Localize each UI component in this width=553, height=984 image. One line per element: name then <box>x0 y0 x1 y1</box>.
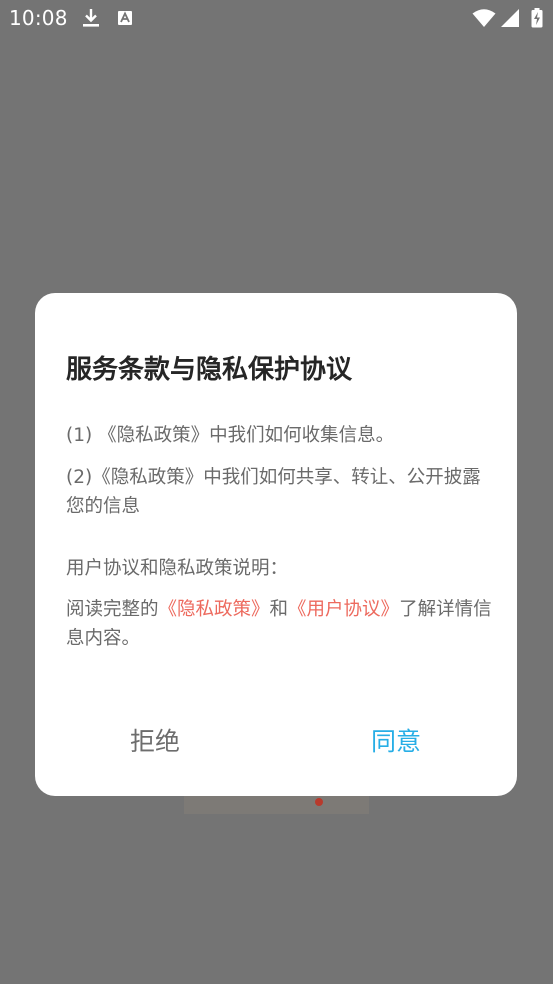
user-agreement-link[interactable]: 《用户协议》 <box>288 599 399 620</box>
reject-button[interactable]: 拒绝 <box>95 721 215 761</box>
background-image-detail <box>315 798 323 806</box>
app-a-icon <box>118 11 132 25</box>
background-image <box>184 796 369 814</box>
privacy-policy-link[interactable]: 《隐私政策》 <box>159 599 270 620</box>
status-bar: 10:08 <box>0 0 553 38</box>
agree-button[interactable]: 同意 <box>336 721 456 761</box>
read-instructions: 阅读完整的《隐私政策》和《用户协议》了解详情信息内容。 <box>66 595 492 653</box>
download-icon <box>83 9 99 27</box>
battery-charging-icon <box>531 8 543 28</box>
section-heading: 用户协议和隐私政策说明： <box>66 558 289 579</box>
privacy-item-1: (1) 《隐私政策》中我们如何收集信息。 <box>66 425 395 446</box>
wifi-icon <box>472 9 496 27</box>
read-prefix: 阅读完整的 <box>66 599 159 620</box>
signal-icon <box>501 9 519 27</box>
privacy-dialog: 服务条款与隐私保护协议 (1) 《隐私政策》中我们如何收集信息。 (2)《隐私政… <box>35 293 517 796</box>
privacy-item-2: (2)《隐私政策》中我们如何共享、转让、公开披露您的信息 <box>66 467 481 517</box>
dialog-title: 服务条款与隐私保护协议 <box>66 355 353 385</box>
conjunction: 和 <box>269 599 289 620</box>
status-time: 10:08 <box>9 6 68 30</box>
